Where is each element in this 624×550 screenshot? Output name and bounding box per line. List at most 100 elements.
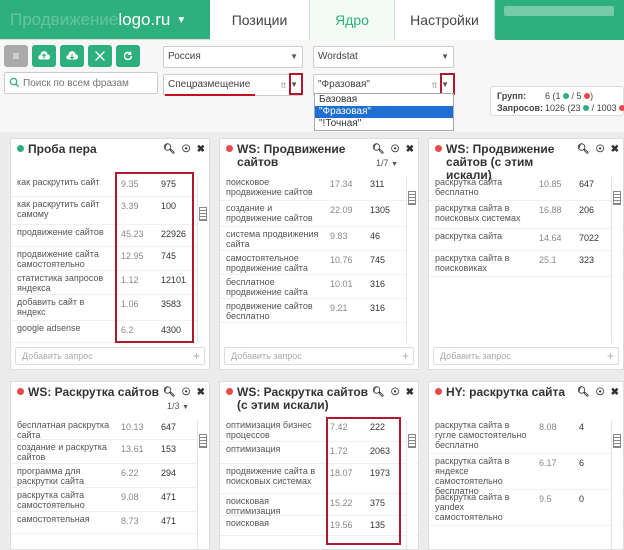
keyword-row[interactable]: раскрутка сайта бесплатно 10.85 647 — [429, 175, 623, 201]
scrollbar[interactable] — [197, 177, 207, 343]
menu-button[interactable]: ≡ — [4, 45, 28, 67]
keyword-row[interactable]: бесплатная раскрутка сайта 10.13 647 — [11, 418, 209, 440]
highlight-box — [115, 172, 194, 343]
status-dot-icon — [226, 145, 233, 152]
tab-positions[interactable]: Позиции — [210, 0, 310, 40]
plus-icon[interactable]: + — [402, 348, 409, 364]
keyword-row[interactable]: раскрутка сайта в поисковых системах 16.8… — [429, 201, 623, 229]
keyword-row[interactable]: система продвижения сайта 9.83 46 — [220, 227, 418, 251]
keyword-row[interactable]: создание и раскрутка сайтов 13.61 153 — [11, 440, 209, 464]
option-phrase[interactable]: "Фразовая" — [315, 106, 453, 118]
faded-placeholder — [504, 6, 614, 16]
keyword-list: бесплатная раскрутка сайта 10.13 647 создан… — [11, 418, 209, 534]
add-query-field[interactable]: Добавить запрос + — [433, 347, 619, 365]
tab-core[interactable]: Ядро — [310, 0, 395, 40]
keyword-row[interactable]: самостоятельное продвижение сайта 10.76 74… — [220, 251, 418, 275]
globe-icon[interactable]: ☉ — [391, 144, 400, 155]
keyword-text: раскрутка сайта в yandex самостоятельно — [435, 492, 510, 522]
globe-icon[interactable]: ☉ — [391, 387, 400, 398]
scrollbar-thumb[interactable] — [408, 191, 416, 205]
search-icon[interactable]: 🔍︎ — [372, 387, 385, 398]
search-icon[interactable]: 🔍︎ — [163, 144, 176, 155]
highlight-box — [326, 417, 401, 545]
search-icon[interactable]: 🔍︎ — [577, 387, 590, 398]
option-basic[interactable]: Базовая — [315, 94, 453, 106]
globe-icon[interactable]: ☉ — [596, 387, 605, 398]
scrollbar-thumb[interactable] — [613, 191, 621, 205]
search-input[interactable] — [23, 76, 153, 90]
keyword-row[interactable]: бесплатное продвижение сайта 10.01 316 — [220, 275, 418, 299]
group-select[interactable]: Спецразмещение tt ▼ — [163, 74, 303, 96]
keyword-row[interactable]: раскрутка сайта в поисковиках 25.1 323 — [429, 251, 623, 277]
add-query-field[interactable]: Добавить запрос + — [15, 347, 205, 365]
search-field[interactable] — [4, 72, 158, 94]
frequency-value: 294 — [161, 468, 177, 478]
scrollbar-thumb[interactable] — [199, 207, 207, 221]
close-icon[interactable]: ✖ — [611, 387, 619, 398]
expand-button[interactable] — [88, 45, 112, 67]
refresh-button[interactable] — [116, 45, 140, 67]
competition-value: 10.01 — [330, 279, 353, 289]
keyword-panel: WS: Продвижение сайтов (с этим искали) 🔍︎… — [428, 138, 624, 370]
frequency-value: 7022 — [579, 233, 600, 243]
download-button[interactable] — [60, 45, 84, 67]
globe-icon[interactable]: ☉ — [182, 387, 191, 398]
search-icon[interactable]: 🔍︎ — [577, 144, 590, 155]
scrollbar-thumb[interactable] — [613, 434, 621, 448]
add-query-field[interactable]: Добавить запрос + — [224, 347, 414, 365]
scrollbar[interactable] — [611, 420, 621, 549]
plus-icon[interactable]: + — [607, 348, 614, 364]
search-icon[interactable]: 🔍︎ — [372, 144, 385, 155]
chevron-down-icon[interactable]: ▼ — [182, 404, 189, 411]
source-select[interactable]: Wordstat ▼ — [313, 46, 454, 68]
option-exact[interactable]: "!Точная" — [315, 118, 453, 130]
keyword-row[interactable]: раскрутка сайта в гугле самостоятельно б… — [429, 418, 623, 454]
chevron-down-icon[interactable]: ▼ — [391, 161, 398, 168]
keyword-row[interactable]: раскрутка сайта 14.64 7022 — [429, 229, 623, 251]
cloud-download-icon — [66, 51, 79, 60]
keyword-row[interactable]: продвижение сайтов бесплатно 9.21 316 — [220, 299, 418, 323]
keyword-row[interactable]: раскрутка сайта самостоятельно 9.08 471 — [11, 488, 209, 512]
close-icon[interactable]: ✖ — [406, 387, 414, 398]
status-dot-icon — [17, 388, 24, 395]
keyword-row[interactable]: программа для раскрутки сайта 6.22 294 — [11, 464, 209, 488]
region-select[interactable]: Россия ▼ — [163, 46, 303, 68]
search-icon — [9, 77, 20, 88]
competition-value: 9.5 — [539, 494, 552, 504]
highlight-box — [289, 73, 303, 95]
green-dot-icon — [563, 93, 570, 99]
text-style-icon: tt — [431, 80, 437, 90]
close-icon[interactable]: ✖ — [197, 387, 205, 398]
keyword-text: создание и раскрутка сайтов — [17, 442, 107, 462]
scrollbar-thumb[interactable] — [199, 434, 207, 448]
keyword-row[interactable]: раскрутка сайта в yandex самостоятельно 9… — [429, 490, 623, 526]
queries-stat: Запросов: 1026 (23 / 1003 — [497, 102, 624, 114]
keyword-row[interactable]: поисковое продвижение сайтов 17.34 311 — [220, 175, 418, 201]
scrollbar[interactable] — [406, 177, 416, 343]
globe-icon[interactable]: ☉ — [182, 144, 191, 155]
close-icon[interactable]: ✖ — [197, 144, 205, 155]
scrollbar[interactable] — [406, 420, 416, 549]
upload-button[interactable] — [32, 45, 56, 67]
frequency-value: 647 — [161, 422, 177, 432]
keyword-text: бесплатная раскрутка сайта — [17, 420, 110, 440]
panel-header: WS: Продвижение сайтов 🔍︎ ☉ ✖ 1/7 ▼ — [220, 139, 418, 173]
pager[interactable]: 1/7 ▼ — [376, 157, 398, 171]
close-icon[interactable]: ✖ — [406, 144, 414, 155]
scrollbar-thumb[interactable] — [408, 434, 416, 448]
page-indicator: 1/3 — [167, 401, 180, 411]
keyword-list: раскрутка сайта бесплатно 10.85 647 раскрут… — [429, 175, 623, 277]
keyword-row[interactable]: раскрутка сайта в яндексе самостоятельно… — [429, 454, 623, 496]
keyword-text: создание и продвижение сайтов — [226, 203, 313, 223]
scrollbar[interactable] — [611, 177, 621, 343]
pager[interactable]: 1/3 ▼ — [167, 400, 189, 414]
plus-icon[interactable]: + — [193, 348, 200, 364]
tab-settings[interactable]: Настройки — [395, 0, 495, 40]
keyword-row[interactable]: самостоятельная 8.73 471 — [11, 512, 209, 534]
scrollbar[interactable] — [197, 420, 207, 549]
keyword-row[interactable]: создание и продвижение сайтов 22.09 1305 — [220, 201, 418, 227]
close-icon[interactable]: ✖ — [611, 144, 619, 155]
site-selector[interactable]: Продвижениеlogo.ru ▼ — [0, 0, 210, 40]
globe-icon[interactable]: ☉ — [596, 144, 605, 155]
search-icon[interactable]: 🔍︎ — [163, 387, 176, 398]
